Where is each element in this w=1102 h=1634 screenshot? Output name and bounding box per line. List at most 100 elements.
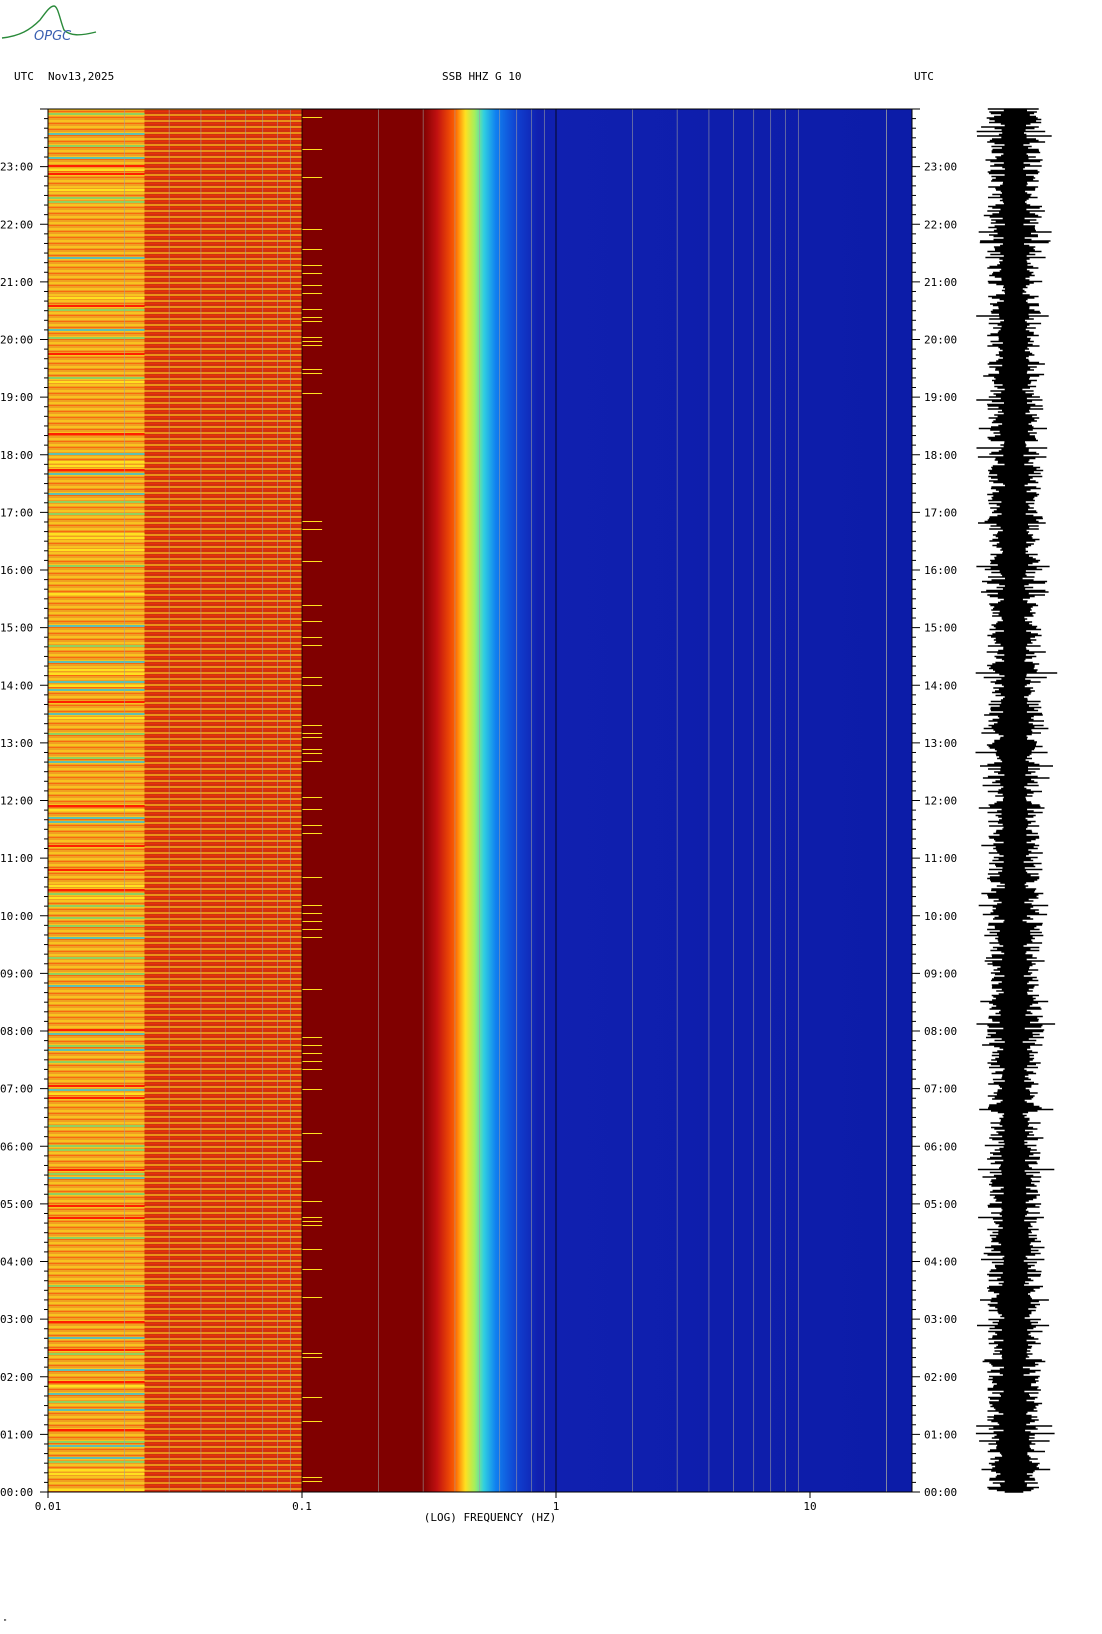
stripe [48,661,145,663]
time-label-right: 15:00 [924,622,957,635]
stripe [48,353,145,355]
band-texture [48,109,302,1492]
time-label-left: 11:00 [0,852,33,865]
stripe [48,1469,145,1471]
stripe [48,1237,145,1239]
time-label-right: 19:00 [924,391,957,404]
stripe [302,753,323,754]
stripe [302,149,323,150]
stripe [48,1401,145,1403]
stripe [48,169,145,171]
stripe [302,913,323,914]
time-label-right: 01:00 [924,1428,957,1441]
time-label-left: 21:00 [0,276,33,289]
freq-label: 0.1 [292,1500,312,1513]
time-label-left: 20:00 [0,334,33,347]
stripe [302,249,323,250]
stripe [302,1477,323,1478]
stripe [302,345,323,346]
stripe [48,1409,145,1411]
stripe [302,749,323,750]
stripe [302,337,323,338]
stripe [302,637,323,638]
stripe [48,157,145,159]
stripe [302,825,323,826]
stripe [48,1029,145,1031]
stripe [48,1177,145,1179]
stripe [48,1393,145,1395]
stripe [48,1353,145,1355]
stripe [302,1357,323,1358]
stripe [48,309,145,311]
stripe [48,513,145,515]
stripe [48,1445,145,1447]
stripe [48,957,145,959]
stripe [302,809,323,810]
stripe [302,1053,323,1054]
stripe [302,737,323,738]
time-label-right: 11:00 [924,852,957,865]
stripe [48,461,145,463]
spectrogram-heatmap [48,109,912,1492]
time-label-left: 06:00 [0,1140,33,1153]
stripe [48,1049,145,1051]
time-label-left: 05:00 [0,1198,33,1211]
stripe [302,1089,323,1090]
stripe [48,1205,145,1207]
stripe [48,593,145,595]
stripe [302,529,323,530]
seismogram-trace [975,108,1058,1493]
freq-label: 0.01 [35,1500,62,1513]
stripe [48,1169,145,1171]
stripe [302,1161,323,1162]
stripe [302,1133,323,1134]
time-label-left: 15:00 [0,622,33,635]
stripe [48,1149,145,1151]
seismogram-path [975,108,1058,1493]
stripe [302,797,323,798]
freq-label: 10 [803,1500,816,1513]
time-label-left: 01:00 [0,1428,33,1441]
stripe [302,1269,323,1270]
time-label-left: 13:00 [0,737,33,750]
stripe [48,145,145,147]
stripe [302,341,323,342]
stripe [302,393,323,394]
stripe [48,1385,145,1387]
frequency-axis: 0.01 0.1 1 10 [35,1492,817,1513]
stripe [48,869,145,871]
stripe [48,1217,145,1219]
time-label-right: 02:00 [924,1371,957,1384]
footer-mark: " [3,1618,8,1626]
stripe [302,373,323,374]
stripe [48,1173,145,1175]
stripe [48,173,145,175]
stripe [48,713,145,715]
stripe [48,937,145,939]
stripe [302,937,323,938]
stripe [48,885,145,887]
stripe [302,1297,323,1298]
stripe [302,309,323,310]
stripe [302,929,323,930]
time-label-right: 14:00 [924,679,957,692]
stripe [302,761,323,762]
stripe [48,1061,145,1063]
stripe [48,889,145,891]
time-label-right: 18:00 [924,449,957,462]
stripe [302,1037,323,1038]
time-label-left: 18:00 [0,449,33,462]
time-label-right: 22:00 [924,218,957,231]
time-label-left: 00:00 [0,1486,33,1499]
time-label-right: 05:00 [924,1198,957,1211]
stripe [48,1125,145,1127]
stripe [302,521,323,522]
stripe [48,201,145,203]
stripe [302,1201,323,1202]
stripe [302,621,323,622]
stripe [302,905,323,906]
stripe [48,257,145,259]
stripe [302,293,323,294]
stripe [302,285,323,286]
time-label-left: 19:00 [0,391,33,404]
